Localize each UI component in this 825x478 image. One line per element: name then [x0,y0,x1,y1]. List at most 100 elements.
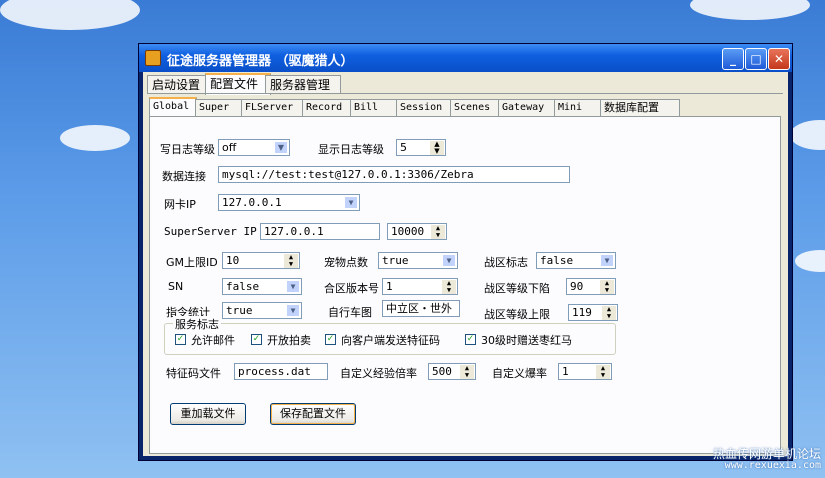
zone-high-label: 战区等级上限 [484,308,550,321]
tab-gateway[interactable]: Gateway [498,99,556,116]
exp-value: 500 [432,365,452,378]
super-label: SuperServer IP [164,225,257,238]
cloud [790,120,825,150]
drop-spinner[interactable]: 1 ▲ ▼ [558,363,612,380]
super-port-value: 10000 [391,225,425,238]
cloud [0,0,140,30]
tab-record[interactable]: Record [302,99,352,116]
bike-label: 自行车图 [328,306,372,319]
zone-high-value: 119 [572,306,592,319]
tab-flserver[interactable]: FLServer [241,99,304,116]
zone-high-spinner[interactable]: 119 ▲ ▼ [568,304,618,321]
sn-value: false [226,280,260,293]
cmd-value: true [226,304,253,317]
super-port-spinner[interactable]: 10000 ▲ ▼ [387,223,447,240]
close-button[interactable]: ✕ [768,48,790,70]
chevron-down-icon[interactable]: ▼ [600,254,614,267]
chevron-down-icon[interactable]: ▼ [286,304,300,317]
cloud [60,125,130,151]
pet-value: true [382,254,409,267]
show-log-label: 显示日志等级 [318,143,384,156]
zone-low-value: 90 [570,280,584,293]
chevron-down-icon[interactable]: ▼ [286,280,300,293]
tab-session[interactable]: Session [396,99,452,116]
spin-down-icon[interactable]: ▼ [284,261,298,268]
log-level-select[interactable]: off ▼ [218,139,290,156]
tab-startup[interactable]: 启动设置 [147,75,211,94]
nic-select[interactable]: 127.0.0.1 ▼ [218,194,360,211]
pet-select[interactable]: true ▼ [378,252,458,269]
service-flags-title: 服务标志 [173,316,221,332]
save-config-button[interactable]: 保存配置文件 [270,403,356,425]
tab-super[interactable]: Super [195,99,243,116]
window-title: 征途服务器管理器 （驱魔猎人） [167,54,354,69]
exp-spinner[interactable]: 500 ▲ ▼ [428,363,476,380]
minimize-button[interactable]: _ [722,48,744,70]
nic-value: 127.0.0.1 [222,196,282,209]
maximize-button[interactable]: □ [745,48,767,70]
zone-low-spinner[interactable]: 90 ▲ ▼ [566,278,616,295]
cloud [795,250,825,272]
tab-scenes[interactable]: Scenes [450,99,500,116]
drop-label: 自定义爆率 [492,367,547,380]
exp-label: 自定义经验倍率 [340,367,417,380]
check-feature-code-label: 向客户端发送特征码 [341,334,440,347]
gm-spinner[interactable]: 10 ▲ ▼ [222,252,300,269]
reload-button[interactable]: 重加载文件 [170,403,246,425]
nic-label: 网卡IP [164,198,196,211]
super-ip-input[interactable]: 127.0.0.1 [260,223,380,240]
merge-spinner[interactable]: 1 ▲ ▼ [382,278,458,295]
tab-mini[interactable]: Mini [554,99,602,116]
chevron-down-icon[interactable]: ▼ [442,254,456,267]
watermark-line2: www.rexuexia.com [724,460,821,471]
spin-down-icon[interactable]: ▼ [442,287,456,294]
check-horse-label: 30级时赠送枣红马 [481,334,572,347]
spin-down-icon[interactable]: ▼ [602,313,616,320]
sn-select[interactable]: false ▼ [222,278,302,295]
service-flags-group: 服务标志 ✓ 允许邮件 ✓ 开放拍卖 ✓ 向客户端发送特征码 ✓ 30级时赠送枣… [164,316,616,355]
check-auction-label: 开放拍卖 [267,334,311,347]
check-horse[interactable]: ✓ [465,334,476,345]
check-feature-code[interactable]: ✓ [325,334,336,345]
check-auction[interactable]: ✓ [251,334,262,345]
feature-input[interactable]: process.dat [234,363,328,380]
zone-flag-select[interactable]: false ▼ [536,252,616,269]
tab-db-config[interactable]: 数据库配置 [600,99,680,116]
zone-flag-value: false [540,254,574,267]
spin-down-icon[interactable]: ▼ [460,372,474,379]
tab-global[interactable]: Global [149,97,197,117]
sn-label: SN [168,280,184,293]
zone-low-label: 战区等级下陷 [484,282,550,295]
gm-value: 10 [226,254,240,267]
tab-config[interactable]: 配置文件 [205,73,271,95]
drop-value: 1 [562,365,569,378]
db-label: 数据连接 [162,170,206,183]
app-window: 征途服务器管理器 （驱魔猎人） _ □ ✕ 启动设置 配置文件 服务器管理 Gl… [138,43,793,461]
cmd-select[interactable]: true ▼ [222,302,302,319]
db-input[interactable]: mysql://test:test@127.0.0.1:3306/Zebra [218,166,570,183]
chevron-down-icon[interactable]: ▼ [344,196,358,209]
bike-input[interactable]: 中立区・世外 [382,300,460,317]
show-log-spinner[interactable]: 5 ▲ ▼ [396,139,446,156]
spin-down-icon[interactable]: ▼ [431,232,445,239]
zone-flag-label: 战区标志 [484,256,528,269]
spin-down-icon[interactable]: ▼ [430,148,444,155]
spin-down-icon[interactable]: ▼ [596,372,610,379]
title-bar[interactable]: 征途服务器管理器 （驱魔猎人） _ □ ✕ [139,44,792,72]
tab-server[interactable]: 服务器管理 [265,75,341,94]
gm-label: GM上限ID [166,256,218,269]
global-panel: 写日志等级 off ▼ 显示日志等级 5 ▲ ▼ 数据连接 mysql://te… [149,116,781,454]
show-log-value: 5 [400,141,407,154]
app-icon [145,50,161,66]
merge-value: 1 [386,280,393,293]
tab-bill[interactable]: Bill [350,99,398,116]
check-mail[interactable]: ✓ [175,334,186,345]
log-level-label: 写日志等级 [160,143,215,156]
spin-down-icon[interactable]: ▼ [600,287,614,294]
merge-label: 合区版本号 [324,282,379,295]
chevron-down-icon[interactable]: ▼ [274,141,288,154]
log-level-value: off [222,141,237,154]
cloud [690,0,810,20]
client-area: 启动设置 配置文件 服务器管理 Global Super FLServer Re… [143,72,788,456]
pet-label: 宠物点数 [324,256,368,269]
